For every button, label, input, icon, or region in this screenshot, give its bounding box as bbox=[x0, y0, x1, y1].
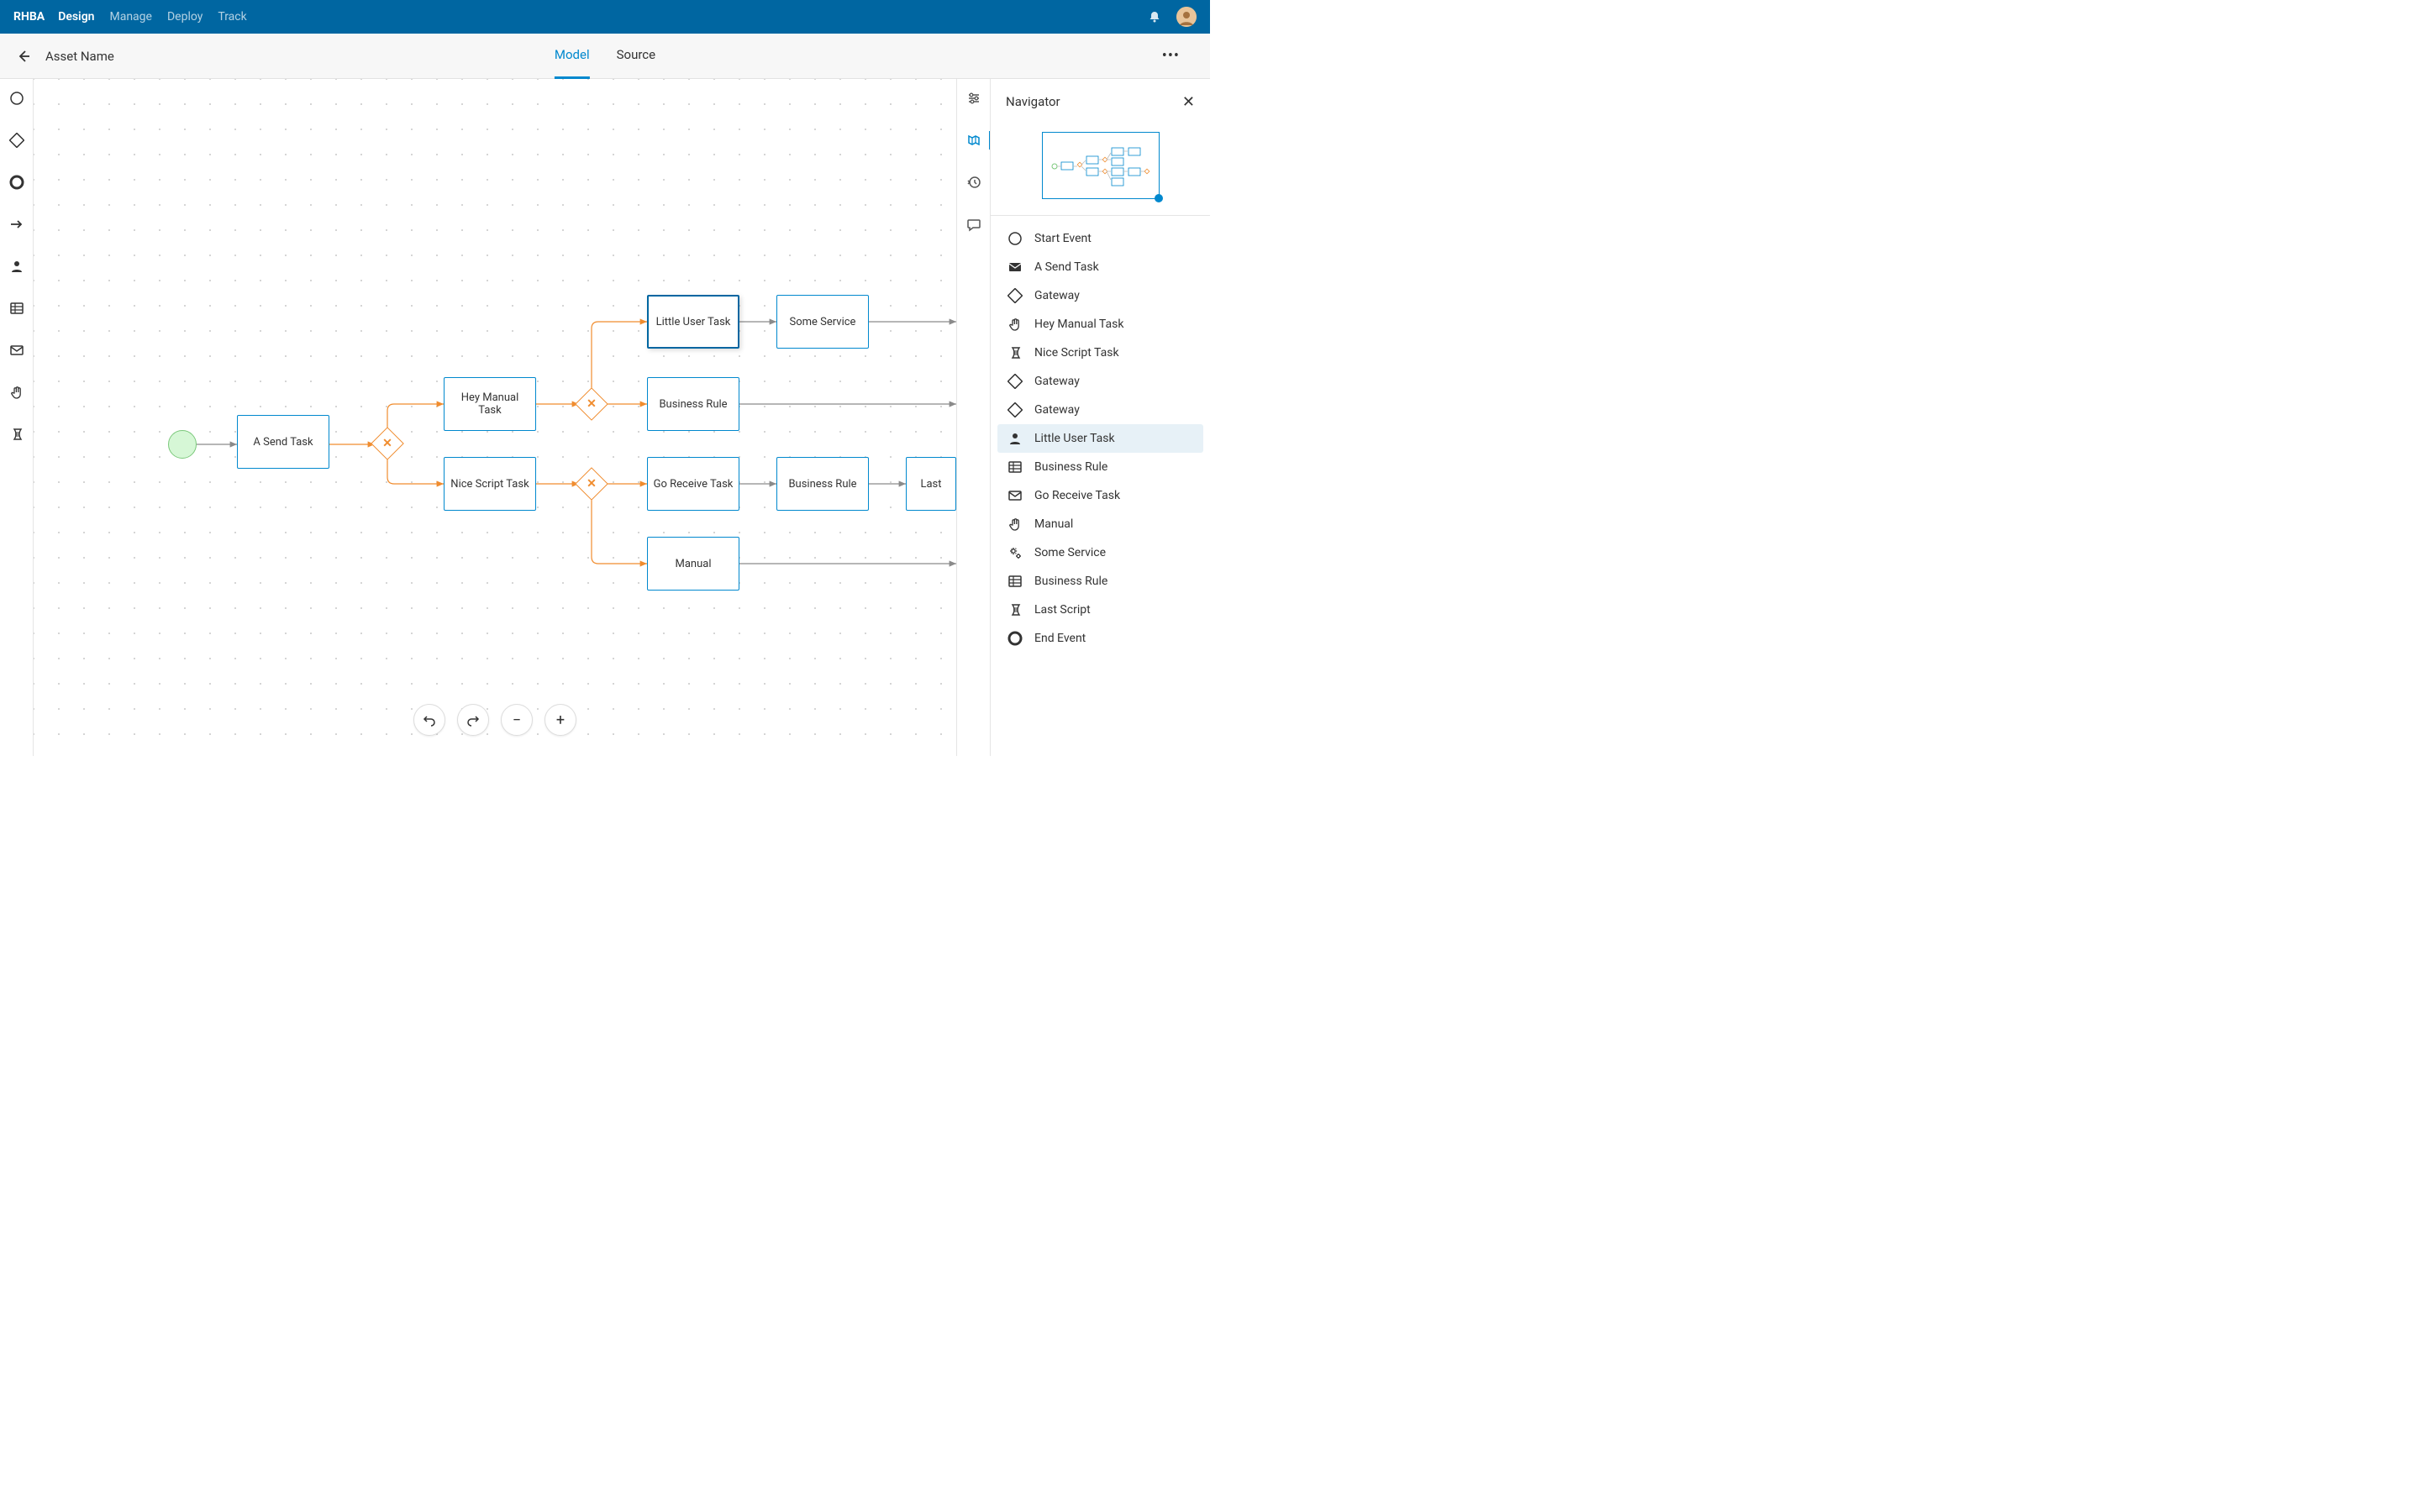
diamond-icon bbox=[1007, 374, 1023, 389]
hand-icon bbox=[1007, 517, 1023, 532]
minimap[interactable] bbox=[1006, 128, 1195, 203]
back-button[interactable] bbox=[13, 46, 34, 66]
asset-name: Asset Name bbox=[45, 49, 114, 64]
navigator-item[interactable]: Gateway bbox=[997, 396, 1203, 424]
navigator-item-label: Gateway bbox=[1034, 403, 1080, 417]
navigator-item-label: Last Script bbox=[1034, 603, 1091, 617]
navigator-item-label: End Event bbox=[1034, 632, 1086, 645]
navigator-item-label: Hey Manual Task bbox=[1034, 318, 1123, 331]
user-avatar[interactable] bbox=[1176, 7, 1197, 27]
palette-start-event-icon[interactable] bbox=[8, 89, 26, 108]
canvas[interactable]: ✕✕✕A Send TaskHey Manual TaskNice Script… bbox=[34, 79, 956, 756]
navigator-item[interactable]: A Send Task bbox=[997, 253, 1203, 281]
cogs-icon bbox=[1007, 545, 1023, 560]
palette-envelope-icon[interactable] bbox=[8, 341, 26, 360]
node-task[interactable]: Manual bbox=[647, 537, 739, 591]
top-bar: RHBA Design Manage Deploy Track bbox=[0, 0, 1210, 34]
navigator-item-label: Start Event bbox=[1034, 232, 1092, 245]
palette-table-icon[interactable] bbox=[8, 299, 26, 318]
table-icon bbox=[1007, 459, 1023, 475]
palette-end-event-icon[interactable] bbox=[8, 173, 26, 192]
navigator-close-icon[interactable]: ✕ bbox=[1182, 93, 1195, 111]
palette-script-icon[interactable] bbox=[8, 425, 26, 444]
navigator-item[interactable]: Start Event bbox=[997, 224, 1203, 253]
palette-gateway-icon[interactable] bbox=[8, 131, 26, 150]
tab-source[interactable]: Source bbox=[617, 34, 655, 79]
navigator-item[interactable]: End Event bbox=[997, 624, 1203, 653]
navigator-item[interactable]: Business Rule bbox=[997, 453, 1203, 481]
redo-button[interactable] bbox=[457, 704, 489, 736]
zoom-out-button[interactable]: − bbox=[501, 704, 533, 736]
minimap-resize-handle[interactable] bbox=[1155, 194, 1163, 202]
navigator-item[interactable]: Gateway bbox=[997, 281, 1203, 310]
palette-hand-icon[interactable] bbox=[8, 383, 26, 402]
envelope-solid-icon bbox=[1007, 260, 1023, 275]
rail-map-icon[interactable] bbox=[959, 131, 991, 150]
sub-header: Asset Name Model Source ••• bbox=[0, 34, 1210, 79]
node-task[interactable]: Go Receive Task bbox=[647, 457, 739, 511]
node-task[interactable]: Some Service bbox=[776, 295, 869, 349]
tab-model[interactable]: Model bbox=[555, 34, 590, 79]
node-task[interactable]: Business Rule bbox=[776, 457, 869, 511]
notifications-icon[interactable] bbox=[1144, 7, 1165, 27]
node-task[interactable]: Little User Task bbox=[647, 295, 739, 349]
circle-bold-icon bbox=[1007, 631, 1023, 646]
navigator-item[interactable]: Hey Manual Task bbox=[997, 310, 1203, 339]
nav-deploy[interactable]: Deploy bbox=[167, 10, 203, 24]
nav-manage[interactable]: Manage bbox=[109, 10, 151, 24]
navigator-item[interactable]: Manual bbox=[997, 510, 1203, 538]
nav-track[interactable]: Track bbox=[218, 10, 246, 24]
palette-user-icon[interactable] bbox=[8, 257, 26, 276]
more-menu[interactable]: ••• bbox=[1162, 47, 1180, 65]
navigator-item-label: A Send Task bbox=[1034, 260, 1099, 274]
navigator-item[interactable]: Some Service bbox=[997, 538, 1203, 567]
node-start-event[interactable] bbox=[168, 430, 197, 459]
navigator-item[interactable]: Business Rule bbox=[997, 567, 1203, 596]
rail-history-icon[interactable] bbox=[965, 173, 983, 192]
navigator-item-label: Business Rule bbox=[1034, 460, 1107, 474]
circle-icon bbox=[1007, 231, 1023, 246]
node-task[interactable]: Last bbox=[906, 457, 956, 511]
navigator-item-label: Business Rule bbox=[1034, 575, 1107, 588]
table-icon bbox=[1007, 574, 1023, 589]
hand-icon bbox=[1007, 317, 1023, 332]
rail-comment-icon[interactable] bbox=[965, 215, 983, 234]
navigator-item-label: Gateway bbox=[1034, 375, 1080, 388]
script-icon bbox=[1007, 345, 1023, 360]
node-task[interactable]: Hey Manual Task bbox=[444, 377, 536, 431]
navigator-item-label: Manual bbox=[1034, 517, 1073, 531]
navigator-item[interactable]: Nice Script Task bbox=[997, 339, 1203, 367]
envelope-icon bbox=[1007, 488, 1023, 503]
navigator-item-label: Some Service bbox=[1034, 546, 1106, 559]
nav-design[interactable]: Design bbox=[58, 10, 94, 24]
navigator-item[interactable]: Go Receive Task bbox=[997, 481, 1203, 510]
navigator-item[interactable]: Last Script bbox=[997, 596, 1203, 624]
user-icon bbox=[1007, 431, 1023, 446]
undo-button[interactable] bbox=[413, 704, 445, 736]
node-task[interactable]: Business Rule bbox=[647, 377, 739, 431]
brand-logo: RHBA bbox=[13, 10, 45, 24]
script-icon bbox=[1007, 602, 1023, 617]
left-palette bbox=[0, 79, 34, 756]
navigator-item[interactable]: Little User Task bbox=[997, 424, 1203, 453]
palette-arrow-icon[interactable] bbox=[8, 215, 26, 234]
navigator-title: Navigator bbox=[1006, 94, 1060, 109]
navigator-item-label: Little User Task bbox=[1034, 432, 1115, 445]
node-task[interactable]: A Send Task bbox=[237, 415, 329, 469]
navigator-item-label: Go Receive Task bbox=[1034, 489, 1120, 502]
canvas-controls: −+ bbox=[413, 704, 576, 736]
rail-sliders-icon[interactable] bbox=[965, 89, 983, 108]
navigator-item[interactable]: Gateway bbox=[997, 367, 1203, 396]
diamond-icon bbox=[1007, 288, 1023, 303]
right-rail bbox=[956, 79, 990, 756]
node-task[interactable]: Nice Script Task bbox=[444, 457, 536, 511]
navigator-item-label: Nice Script Task bbox=[1034, 346, 1119, 360]
navigator-item-label: Gateway bbox=[1034, 289, 1080, 302]
diamond-icon bbox=[1007, 402, 1023, 417]
navigator-panel: Navigator ✕ bbox=[990, 79, 1210, 756]
zoom-in-button[interactable]: + bbox=[544, 704, 576, 736]
